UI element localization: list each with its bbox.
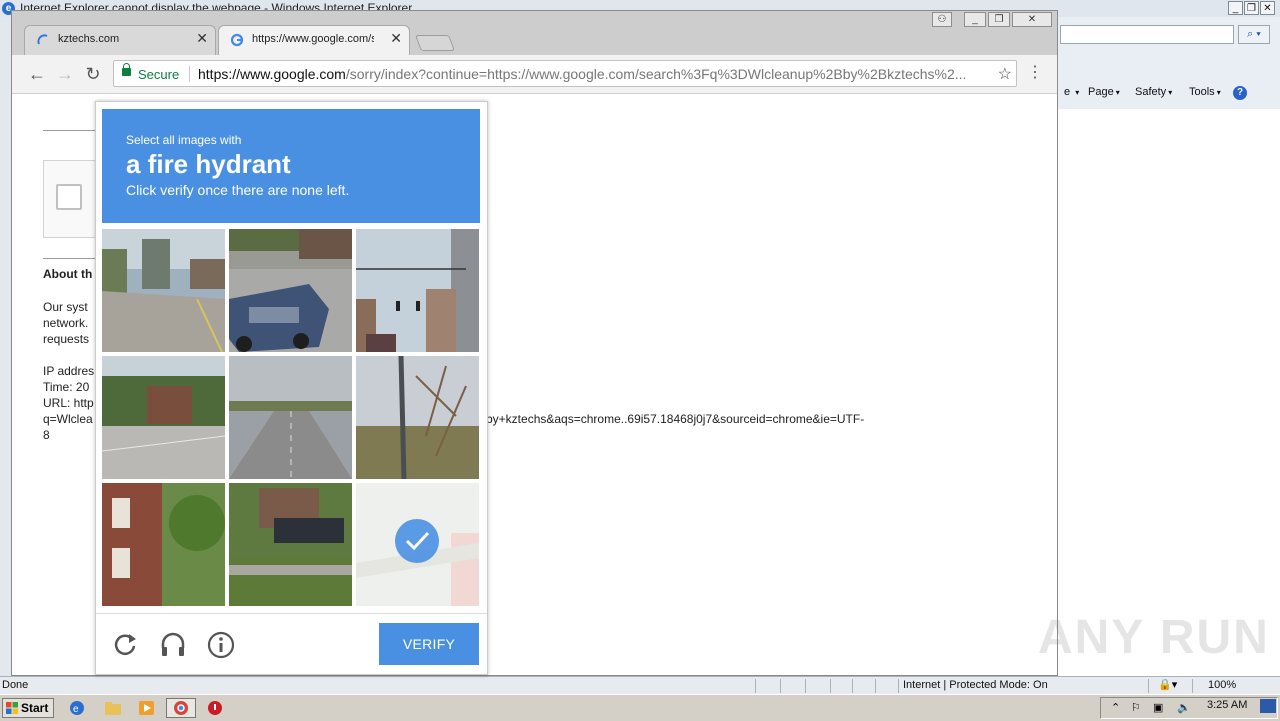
captcha-tile-8[interactable] — [229, 483, 352, 606]
time-line: Time: 20 — [43, 380, 90, 394]
ie-close-button[interactable]: ✕ — [1260, 1, 1275, 15]
captcha-target: a fire hydrant — [126, 149, 291, 179]
close-tab-icon[interactable]: ✕ — [390, 30, 402, 47]
url-line-last: 8 — [43, 428, 50, 442]
address-bar[interactable]: Secure https://www.google.com/sorry/inde… — [113, 60, 1017, 87]
captcha-hint: Click verify once there are none left. — [126, 182, 350, 198]
help-icon[interactable]: ? — [1233, 86, 1247, 100]
restore-button[interactable]: ❐ — [988, 12, 1010, 27]
audio-challenge-icon[interactable] — [158, 630, 188, 660]
close-button[interactable]: ✕ — [1012, 12, 1052, 27]
forward-icon[interactable]: → — [52, 61, 78, 87]
explorer-taskbar-icon[interactable] — [102, 698, 124, 718]
captcha-prompt: Select all images with — [126, 133, 242, 147]
secure-label: Secure — [138, 67, 180, 82]
opera-taskbar-icon[interactable] — [204, 698, 226, 718]
url-line-cont: q=Wlclea — [43, 412, 93, 426]
ie-cmd-safety[interactable]: Safety ▾ — [1135, 86, 1172, 98]
status-text: Done — [2, 679, 29, 691]
windows-logo-icon — [6, 702, 18, 714]
loading-icon — [37, 34, 48, 45]
network-icon[interactable]: ▣ — [1153, 701, 1163, 714]
captcha-tile-1[interactable] — [102, 229, 225, 352]
reload-icon[interactable]: ↻ — [80, 61, 106, 87]
bookmark-star-icon[interactable]: ☆ — [998, 64, 1012, 84]
verify-button[interactable]: VERIFY — [379, 623, 479, 665]
ie-cmd-tools[interactable]: Tools ▾ — [1189, 86, 1221, 98]
new-tab-button[interactable] — [415, 35, 455, 51]
captcha-tile-3[interactable] — [356, 229, 479, 352]
system-tray: ⌃ ⚐ ▣ 🔈 — [1100, 697, 1278, 719]
tab-strip: kztechs.com ✕ https://www.google.com/se … — [12, 11, 1057, 55]
page-heading: About th — [43, 267, 93, 281]
url-line-tail: by+kztechs&aqs=chrome..69i57.18468j0j7&s… — [486, 412, 865, 426]
captcha-tile-5[interactable] — [229, 356, 352, 479]
start-label: Start — [21, 701, 49, 715]
ie-cmd-page[interactable]: Page ▾ — [1088, 86, 1120, 98]
captcha-tile-7[interactable] — [102, 483, 225, 606]
ie-search-icon[interactable]: ⌕ ▾ — [1238, 25, 1270, 44]
tab-label: kztechs.com — [58, 33, 120, 45]
volume-icon[interactable]: 🔈 — [1177, 701, 1191, 714]
lock-icon — [122, 63, 131, 76]
ie-cmd-cut[interactable]: e ▾ — [1064, 86, 1079, 98]
google-icon — [230, 33, 244, 47]
page-paragraph-line: requests — [43, 332, 90, 346]
ie-taskbar-icon[interactable]: e — [66, 698, 88, 718]
captcha-challenge: Select all images with a fire hydrant Cl… — [95, 101, 488, 675]
captcha-tile-9-selected[interactable] — [356, 483, 479, 606]
tab-kztechs[interactable]: kztechs.com ✕ — [24, 25, 216, 55]
menu-icon[interactable]: ⋮ — [1027, 65, 1043, 83]
profile-icon[interactable]: ⚇ — [932, 12, 952, 27]
ie-search-box[interactable] — [1060, 25, 1234, 44]
url-text[interactable]: https://www.google.com/sorry/index?conti… — [198, 66, 988, 82]
lock-icon[interactable]: 🔒▾ — [1158, 678, 1177, 691]
flag-icon[interactable]: ⚐ — [1131, 701, 1141, 714]
security-zone: Internet | Protected Mode: On — [903, 679, 1048, 691]
chrome-toolbar: ← → ↻ Secure https://www.google.com/sorr… — [12, 55, 1057, 94]
ie-status-bar: Done Internet | Protected Mode: On 🔒▾ 10… — [0, 676, 1280, 695]
info-icon[interactable] — [206, 630, 236, 660]
clock[interactable]: 3:25 AM — [1207, 699, 1247, 711]
close-tab-icon[interactable]: ✕ — [196, 30, 208, 47]
ie-minimize-button[interactable]: _ — [1228, 1, 1243, 15]
reload-challenge-icon[interactable] — [110, 630, 140, 660]
page-paragraph-line: network. — [43, 316, 89, 330]
captcha-tile-2[interactable] — [229, 229, 352, 352]
ip-address-line: IP addres — [43, 364, 95, 378]
tab-label: https://www.google.com/se — [252, 33, 374, 45]
taskbar: Start e ⌃ ⚐ ▣ 🔈 3:25 AM — [0, 694, 1280, 721]
check-icon — [395, 519, 439, 563]
captcha-tile-4[interactable] — [102, 356, 225, 479]
start-button[interactable]: Start — [2, 698, 54, 718]
media-player-taskbar-icon[interactable] — [136, 698, 158, 718]
page-paragraph-line: Our syst — [43, 300, 88, 314]
ie-restore-button[interactable]: ❐ — [1244, 1, 1259, 15]
tab-google[interactable]: https://www.google.com/se ✕ — [218, 25, 410, 55]
back-icon[interactable]: ← — [24, 61, 50, 87]
tray-expand-icon[interactable]: ⌃ — [1111, 701, 1120, 714]
captcha-tile-6[interactable] — [356, 356, 479, 479]
chrome-taskbar-icon[interactable] — [166, 698, 196, 718]
zoom-level[interactable]: 100% — [1208, 679, 1236, 691]
minimize-button[interactable]: _ — [964, 12, 986, 27]
captcha-instructions: Select all images with a fire hydrant Cl… — [102, 109, 480, 223]
url-line: URL: http — [43, 396, 94, 410]
show-desktop-icon[interactable] — [1260, 699, 1276, 713]
anyrun-watermark: ANY RUN — [1038, 611, 1270, 664]
recaptcha-checkbox[interactable] — [56, 184, 82, 210]
svg-text:e: e — [73, 704, 79, 715]
